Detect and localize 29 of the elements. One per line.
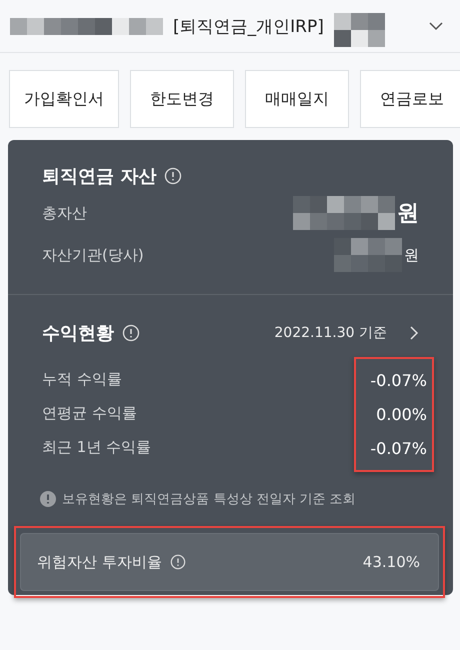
redaction-mosaic [334,238,402,272]
asset-label: 자산기관(당사) [42,246,144,264]
return-value: -0.07% [370,370,427,392]
section-title: 수익현황 [42,322,114,345]
redaction-mosaic [334,13,385,47]
info-icon[interactable] [164,167,182,185]
action-button[interactable]: 가입확인서 [9,70,119,128]
risk-label: 위험자산 투자비율 [37,552,162,572]
section-title: 퇴직연금 자산 [42,165,156,188]
action-button[interactable]: 연금로보 [360,70,460,128]
risk-value: 43.10% [362,553,420,571]
info-icon[interactable] [170,554,186,570]
return-label: 최근 1년 수익률 [42,437,152,458]
asset-label: 총자산 [42,204,87,222]
account-title: [퇴직연금_개인IRP] [173,16,324,38]
alert-icon [40,491,56,507]
return-label: 연평균 수익률 [42,403,138,424]
currency-unit: 원 [397,200,419,228]
notice-text: 보유현황은 퇴직연금상품 특성상 전일자 기준 조회 [62,491,356,508]
currency-unit: 원 [404,246,419,264]
return-value: -0.07% [370,438,427,460]
as-of-date: 2022.11.30 기준 [274,324,387,342]
action-button[interactable]: 한도변경 [130,70,234,128]
return-label: 누적 수익률 [42,369,123,390]
info-icon[interactable] [122,324,140,342]
action-button[interactable]: 매매일지 [245,70,349,128]
chevron-right-icon[interactable] [409,325,419,341]
return-value: 0.00% [376,404,427,426]
chevron-down-icon[interactable] [428,21,444,31]
